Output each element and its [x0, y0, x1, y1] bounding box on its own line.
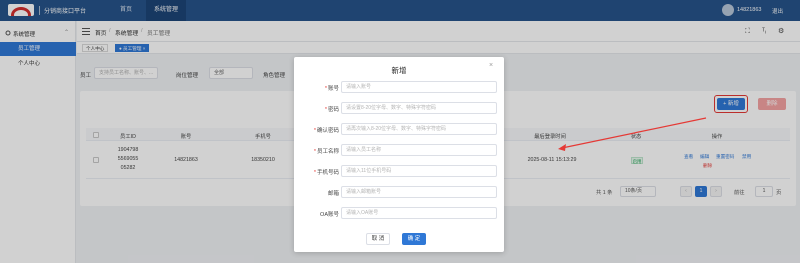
form-row-email: 邮箱 请输入邮箱账号 — [294, 186, 504, 198]
required-mark: * — [324, 86, 327, 92]
required-mark: * — [324, 107, 327, 113]
required-mark: * — [313, 128, 316, 134]
phone-input[interactable]: 请输入11位手机号码 — [341, 165, 497, 177]
form-row-oa-account: OA账号 请输入OA账号 — [294, 207, 504, 219]
account-input[interactable]: 请输入账号 — [341, 81, 497, 93]
form-row-employee-name: *员工名称 请输入员工名称 — [294, 144, 504, 156]
confirm-button[interactable]: 确 定 — [402, 233, 426, 245]
required-mark: * — [313, 170, 316, 176]
email-input[interactable]: 请输入邮箱账号 — [341, 186, 497, 198]
password-input[interactable]: 请设置8-20位字母、数字、特殊字符密码 — [341, 102, 497, 114]
form-row-password: *密码 请设置8-20位字母、数字、特殊字符密码 — [294, 102, 504, 114]
field-label: *密码 — [324, 107, 339, 113]
field-label: 邮箱 — [327, 191, 339, 197]
oa-account-input[interactable]: 请输入OA账号 — [341, 207, 497, 219]
add-employee-dialog: 新增 × *账号 请输入账号 *密码 请设置8-20位字母、数字、特殊字符密码 … — [294, 57, 504, 252]
field-label: *员工名称 — [313, 149, 339, 155]
form-row-phone: *手机号码 请输入11位手机号码 — [294, 165, 504, 177]
form-row-confirm-password: *确认密码 请再次输入8-20位字母、数字、特殊字符密码 — [294, 123, 504, 135]
cancel-button[interactable]: 取 消 — [366, 233, 390, 245]
field-label: OA账号 — [320, 212, 339, 218]
employee-name-input[interactable]: 请输入员工名称 — [341, 144, 497, 156]
field-label: *账号 — [324, 86, 339, 92]
field-label: *确认密码 — [313, 128, 339, 134]
form-row-account: *账号 请输入账号 — [294, 81, 504, 93]
confirm-password-input[interactable]: 请再次输入8-20位字母、数字、特殊字符密码 — [341, 123, 497, 135]
field-label: *手机号码 — [313, 170, 339, 176]
close-icon[interactable]: × — [489, 62, 493, 69]
dialog-title: 新增 — [391, 66, 407, 75]
required-mark: * — [313, 149, 316, 155]
